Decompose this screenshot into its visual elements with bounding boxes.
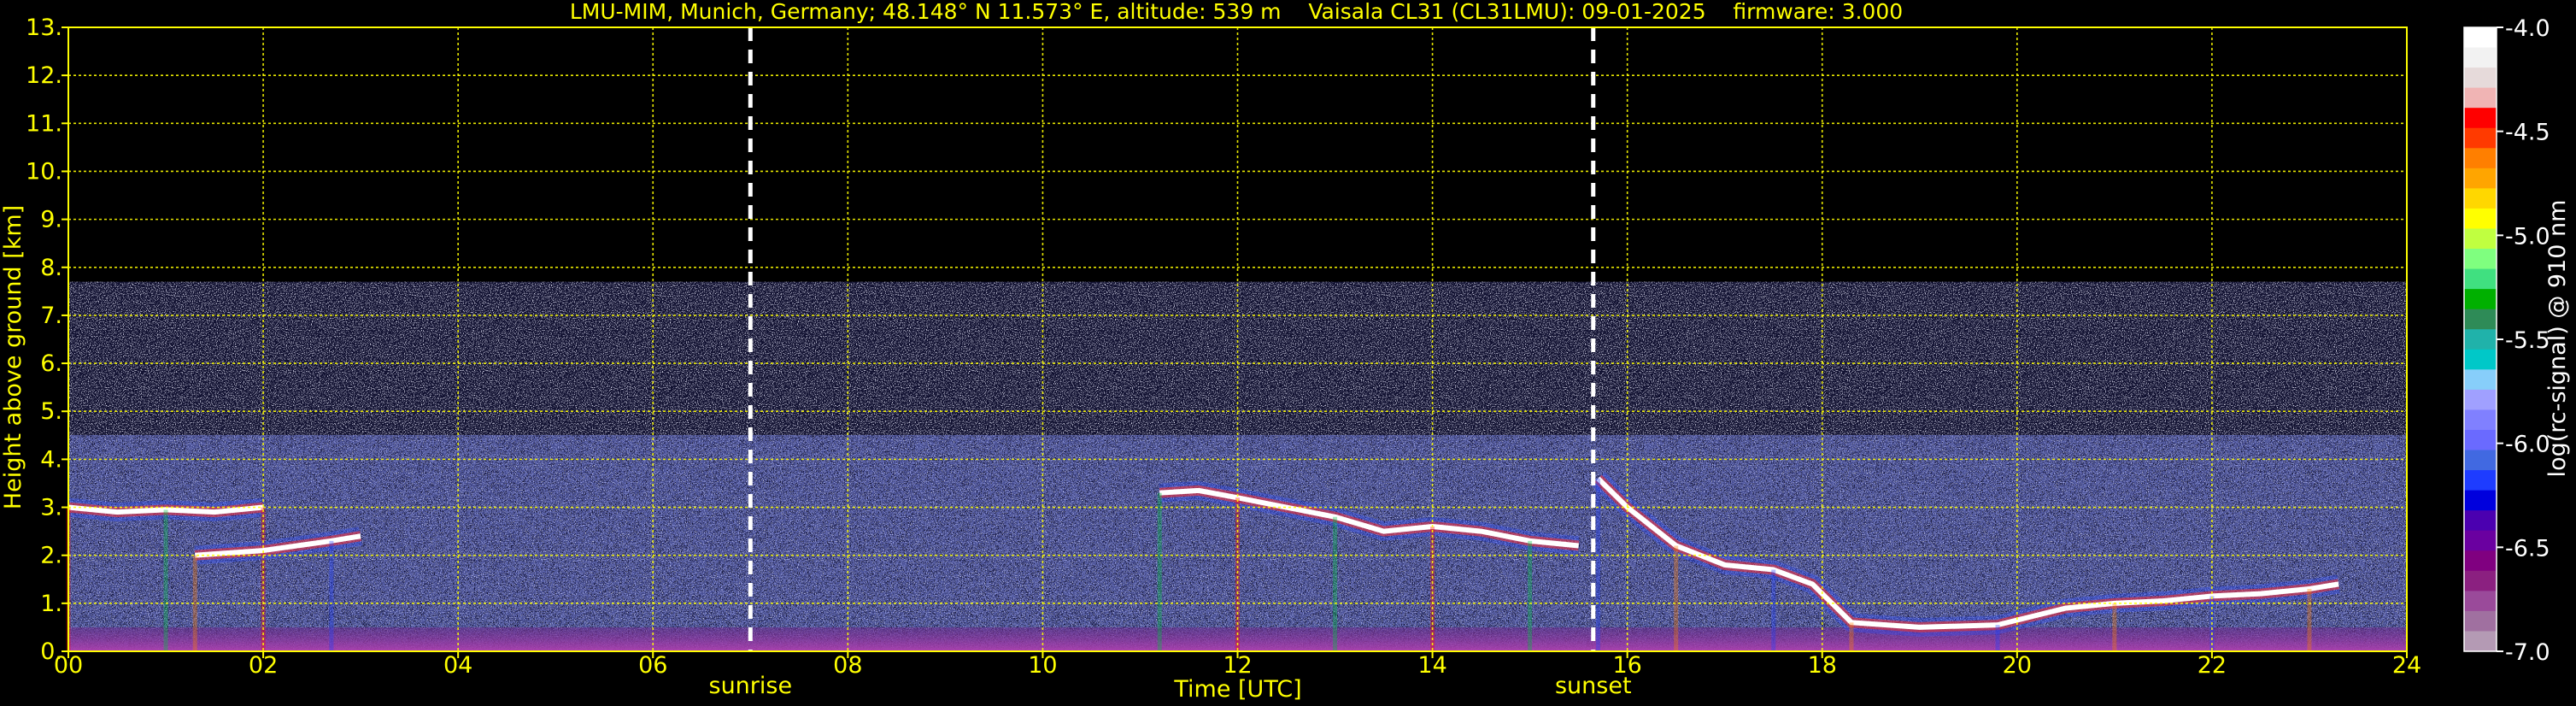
chart-title: LMU-MIM, Munich, Germany; 48.148° N 11.5…	[570, 0, 1903, 24]
colorbar-segment	[2464, 228, 2497, 250]
colorbar-segment	[2464, 510, 2497, 532]
y-tick-label: 10.	[26, 158, 62, 185]
x-tick-label: 18	[1808, 652, 1837, 679]
y-tick-label: 4.	[40, 446, 62, 473]
colorbar-segment	[2464, 68, 2497, 89]
y-tick-label: 3.	[40, 495, 62, 521]
colorbar-segment	[2464, 591, 2497, 612]
colorbar-tick-label: -6.0	[2505, 432, 2550, 458]
colorbar-segment	[2464, 309, 2497, 330]
colorbar-tick-label: -6.5	[2505, 535, 2550, 562]
y-tick-label: 2.	[40, 543, 62, 569]
colorbar-segment	[2464, 550, 2497, 572]
x-axis-label: Time [UTC]	[1173, 676, 1301, 703]
colorbar-segment	[2464, 369, 2497, 391]
x-tick-label: 24	[2392, 652, 2421, 679]
ceilometer-chart: sunrise sunset 00 02 04 06 08 10 12 14 16 18 20 22 24…	[0, 0, 2571, 703]
colorbar-segment	[2464, 490, 2497, 511]
sunrise-label: sunrise	[709, 673, 793, 699]
colorbar-tick-label: -4.5	[2505, 120, 2550, 146]
x-tick-label: 02	[249, 652, 278, 679]
colorbar-segment	[2464, 610, 2497, 632]
colorbar-segment	[2464, 530, 2497, 551]
colorbar-tick-label: -7.0	[2505, 639, 2550, 666]
y-tick-label: 6.	[40, 350, 62, 377]
x-tick-label: 12	[1223, 652, 1252, 679]
x-tick-label: 14	[1417, 652, 1446, 679]
colorbar-segment	[2464, 631, 2497, 652]
x-tick-label: 08	[833, 652, 862, 679]
colorbar-tick-label: -4.0	[2505, 15, 2550, 42]
colorbar-segment	[2464, 168, 2497, 189]
x-tick-label: 22	[2198, 652, 2227, 679]
colorbar-label: log(rc-signal) @ 910 nm	[2544, 200, 2571, 478]
y-tick-label: 7.	[40, 303, 62, 329]
colorbar-segment	[2464, 127, 2497, 149]
colorbar-segment	[2464, 570, 2497, 591]
y-tick-label: 12.	[26, 62, 62, 89]
x-tick-label: 10	[1028, 652, 1057, 679]
colorbar-segment	[2464, 349, 2497, 370]
colorbar-segment	[2464, 268, 2497, 290]
colorbar-segment	[2464, 108, 2497, 129]
colorbar-tick-label: -5.5	[2505, 327, 2550, 354]
y-tick-label: 5.	[40, 398, 62, 425]
colorbar-segment	[2464, 47, 2497, 68]
y-tick-label: 8.	[40, 255, 62, 281]
colorbar-segment	[2464, 289, 2497, 310]
colorbar-segment	[2464, 389, 2497, 411]
colorbar-segment	[2464, 188, 2497, 209]
colorbar-segment	[2464, 329, 2497, 350]
colorbar-segment	[2464, 208, 2497, 230]
colorbar-segment	[2464, 429, 2497, 451]
colorbar-segment	[2464, 450, 2497, 471]
colorbar-segment	[2464, 470, 2497, 491]
x-tick-label: 16	[1612, 652, 1641, 679]
colorbar-segment	[2464, 409, 2497, 431]
colorbar-segment	[2464, 148, 2497, 169]
colorbar-segment	[2464, 27, 2497, 49]
y-tick-label: 0.	[40, 638, 62, 665]
y-axis-label: Height above ground [km]	[0, 205, 26, 509]
colorbar-segment	[2464, 87, 2497, 109]
x-tick-label: 20	[2003, 652, 2032, 679]
x-tick-label: 06	[638, 652, 667, 679]
colorbar-segment	[2464, 249, 2497, 270]
y-tick-label: 1.	[40, 591, 62, 617]
y-tick-label: 11.	[26, 110, 62, 137]
y-tick-label: 9.	[40, 207, 62, 233]
colorbar-tick-label: -5.0	[2505, 223, 2550, 250]
colorbar: -4.0 -4.5 -5.0 -5.5 -6.0 -6.5 -7.0	[2463, 15, 2550, 666]
x-tick-label: 04	[443, 652, 472, 679]
y-tick-label: 13.	[26, 15, 62, 41]
